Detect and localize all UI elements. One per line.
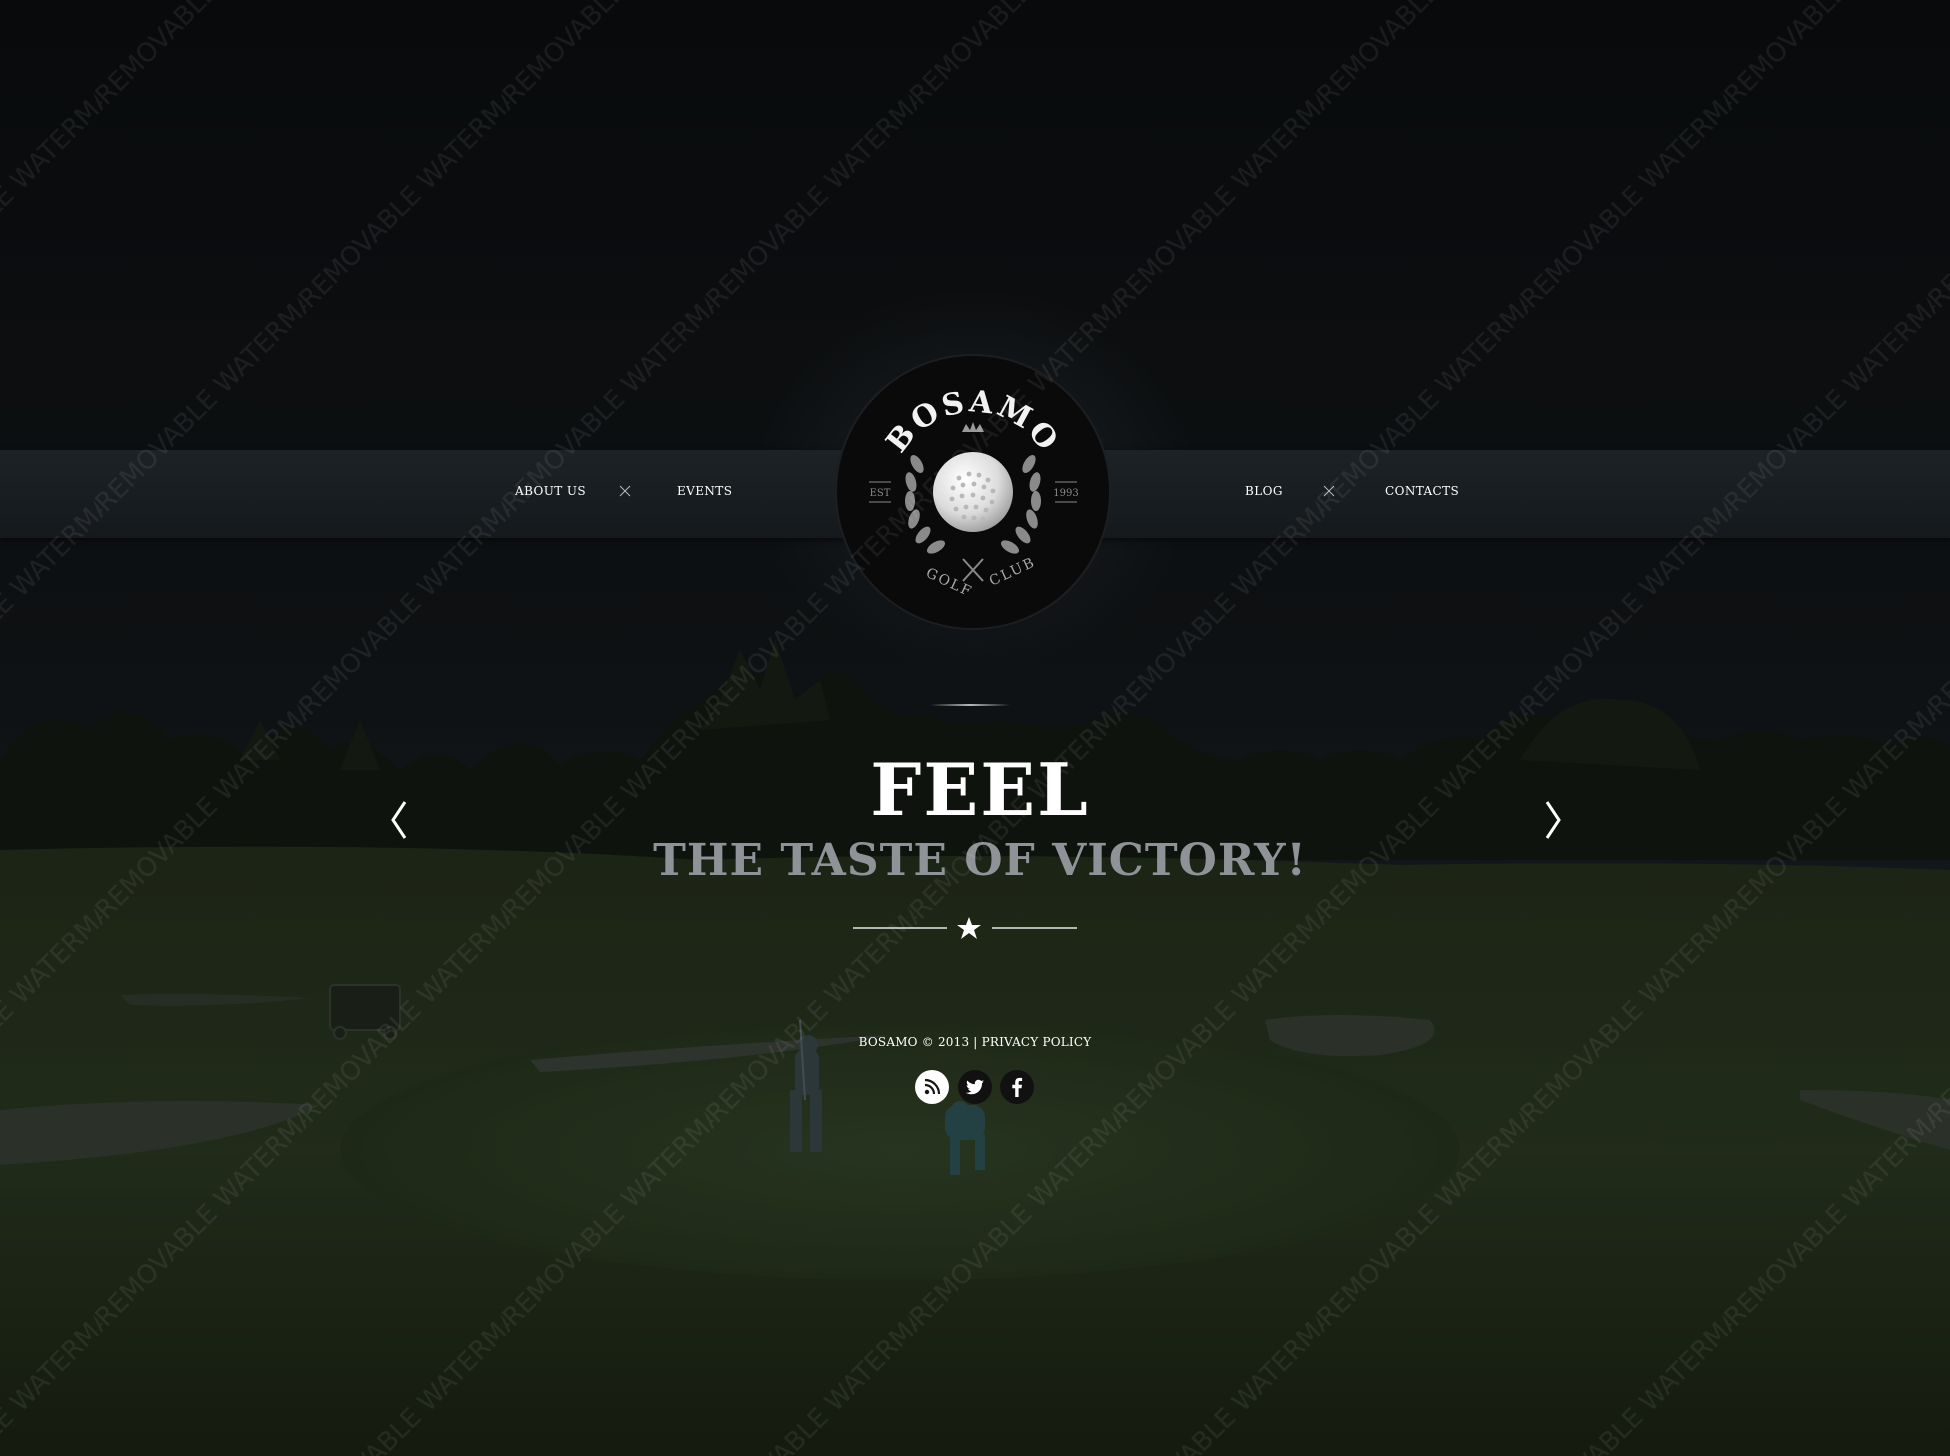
footer-copyright: BOSAMO © 2013 | PRIVACY POLICY — [0, 1035, 1950, 1049]
chevron-right-icon — [1545, 801, 1561, 839]
rss-button[interactable] — [914, 1069, 950, 1105]
nav-events[interactable]: EVENTS — [677, 484, 732, 498]
nav-about-us[interactable]: ABOUT US — [515, 484, 586, 498]
hero-title: FEEL — [870, 747, 1090, 832]
hero-subtitle: THE TASTE OF VICTORY! — [653, 835, 1307, 886]
slider-prev-button[interactable] — [385, 796, 415, 844]
logo-est-label: EST — [870, 488, 891, 499]
nav-separator-icon — [1323, 485, 1335, 497]
slider-next-button[interactable] — [1537, 796, 1567, 844]
golf-ball-icon — [933, 452, 1013, 532]
hero-top-line — [930, 704, 1010, 706]
page: ABOUT US EVENTS BLOG CONTACTS BOSAMO EST… — [0, 0, 1950, 1456]
facebook-button[interactable] — [999, 1069, 1035, 1105]
chevron-left-icon — [391, 801, 407, 839]
star-icon — [957, 917, 981, 939]
background-image — [0, 0, 1950, 1456]
logo-est-year: 1993 — [1053, 488, 1078, 499]
hero-divider — [853, 917, 1077, 939]
copyright-text: BOSAMO © 2013 | — [858, 1035, 978, 1049]
nav-separator-icon — [619, 485, 631, 497]
twitter-button[interactable] — [957, 1069, 993, 1105]
logo[interactable]: BOSAMO EST 1993 GOLF CLUB — [835, 354, 1111, 630]
nav-contacts[interactable]: CONTACTS — [1385, 484, 1459, 498]
nav-blog[interactable]: BLOG — [1245, 484, 1283, 498]
privacy-policy-link[interactable]: PRIVACY POLICY — [982, 1035, 1092, 1049]
